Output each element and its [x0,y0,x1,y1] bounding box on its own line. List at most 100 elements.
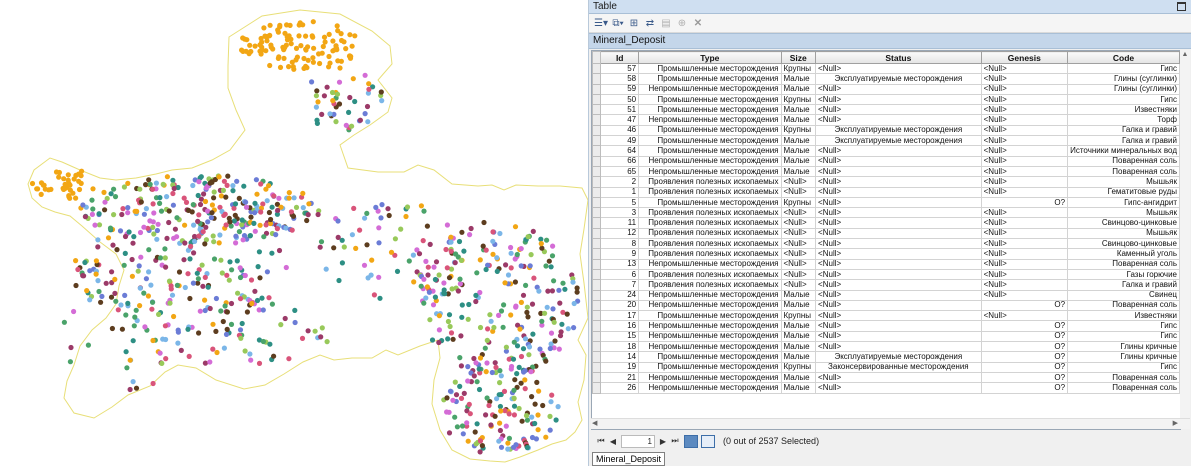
clear-selection-icon[interactable]: ▤ [659,16,673,30]
cell-type[interactable]: Непромышленные месторождения [638,341,782,353]
cell-type[interactable]: Промышленные месторождения [638,310,782,322]
cell-status[interactable]: <Null> [815,299,982,312]
cell-status[interactable]: <Null> [815,104,982,116]
row-selector[interactable] [592,83,602,95]
cell-id[interactable]: 24 [600,289,640,301]
cell-status[interactable]: <Null> [815,207,982,219]
cell-code[interactable]: Поваренная соль [1067,155,1180,167]
column-header-genesis[interactable]: Genesis [980,51,1069,64]
cell-type[interactable]: Непромышленные месторождения [638,289,782,301]
cell-type[interactable]: Промышленные месторождения [638,93,782,106]
row-selector[interactable] [592,341,602,353]
cell-status[interactable]: Эксплуатируемые месторождения [815,351,982,363]
cell-type[interactable]: Непромышленные месторождения [638,382,782,394]
cell-genesis[interactable]: <Null> [980,93,1069,106]
show-selected-records-icon[interactable] [701,434,715,448]
cell-id[interactable]: 15 [600,330,640,343]
cell-status[interactable]: <Null> [815,93,982,106]
cell-type[interactable]: Промышленные месторождения [638,135,782,147]
cell-status[interactable]: <Null> [815,217,982,229]
table-row[interactable]: 8 Проявления полезных ископаемых <Null> <Nu… [592,238,1180,250]
table-options-icon[interactable]: ☰▾ [593,16,609,30]
row-selector[interactable] [592,114,602,126]
cell-type[interactable]: Проявления полезных ископаемых [638,217,782,229]
cell-genesis[interactable]: <Null> [980,227,1069,240]
map-view[interactable] [0,0,588,466]
table-row[interactable]: 15 Непромышленные месторождения Малые <Null… [592,330,1180,343]
cell-type[interactable]: Промышленные месторождения [638,73,782,85]
cell-code[interactable]: Галка и гравий [1067,135,1180,147]
row-selector[interactable] [592,124,602,137]
row-selector[interactable] [592,351,602,363]
cell-genesis[interactable]: O? [980,330,1069,343]
cell-type[interactable]: Проявления полезных ископаемых [638,176,782,188]
table-row[interactable]: 49 Промышленные месторождения Малые Эксплуа… [592,135,1180,147]
map-canvas[interactable] [0,0,588,466]
cell-type[interactable]: Промышленные месторождения [638,62,782,75]
cell-size[interactable]: Малые [780,382,817,394]
cell-genesis[interactable]: <Null> [980,268,1069,281]
cell-genesis[interactable]: <Null> [980,114,1069,126]
cell-id[interactable]: 1 [600,186,640,198]
cell-id[interactable]: 65 [600,165,640,178]
cell-id[interactable]: 64 [600,145,640,157]
table-row[interactable]: 58 Промышленные месторождения Малые Эксплуа… [592,73,1180,85]
table-row[interactable]: 12 Проявления полезных ископаемых <Null> <N… [592,227,1180,240]
cell-status[interactable]: Эксплуатируемые месторождения [815,135,982,147]
row-selector[interactable] [592,330,602,343]
table-row[interactable]: 16 Непромышленные месторождения Малые <Null… [592,320,1180,332]
cell-size[interactable]: <Null> [780,248,817,260]
table-row[interactable]: 13 Непромышленные месторождения <Null> <Nul… [592,258,1180,270]
row-selector[interactable] [592,93,602,106]
cell-id[interactable]: 47 [600,114,640,126]
row-selector[interactable] [592,155,602,167]
table-row[interactable]: 50 Промышленные месторождения Крупны <Null>… [592,93,1180,106]
cell-code[interactable]: Галка и гравий [1067,124,1180,137]
cell-code[interactable]: Гематитовые руды [1067,186,1180,198]
table-row[interactable]: 46 Промышленные месторождения Крупны Эксплу… [592,124,1180,137]
cell-genesis[interactable]: <Null> [980,248,1069,260]
cell-type[interactable]: Непромышленные месторождения [638,114,782,126]
cell-status[interactable]: <Null> [815,248,982,260]
cell-size[interactable]: Малые [780,83,817,95]
cell-code[interactable]: Гипс [1067,361,1180,373]
cell-type[interactable]: Непромышленные месторождения [638,371,782,384]
cell-id[interactable]: 50 [600,93,640,106]
table-row[interactable]: 1 Проявления полезных ископаемых <Null> <Nu… [592,186,1180,198]
cell-code[interactable]: Свинцово-цинковые [1067,238,1180,250]
cell-code[interactable]: Свинец [1067,289,1180,301]
cell-genesis[interactable]: <Null> [980,83,1069,95]
row-selector[interactable] [592,176,602,188]
cell-genesis[interactable]: O? [980,341,1069,353]
cell-size[interactable]: <Null> [780,279,817,291]
cell-type[interactable]: Промышленные месторождения [638,145,782,157]
cell-id[interactable]: 58 [600,73,640,85]
table-window[interactable]: Table ☰▾ ⧉▾ ⊞ ⇄ ▤ ⊕ ✕ Mineral_Deposit Id… [588,0,1191,466]
cell-id[interactable]: 9 [600,248,640,260]
cell-type[interactable]: Проявления полезных ископаемых [638,207,782,219]
cell-id[interactable]: 19 [600,361,640,373]
cell-genesis[interactable]: <Null> [980,155,1069,167]
cell-status[interactable]: <Null> [815,268,982,281]
cell-genesis[interactable]: O? [980,196,1069,209]
row-selector[interactable] [592,299,602,312]
cell-id[interactable]: 57 [600,62,640,75]
row-selector[interactable] [592,73,602,85]
row-selector[interactable] [592,279,602,291]
cell-type[interactable]: Непромышленные месторождения [638,83,782,95]
cell-id[interactable]: 7 [600,279,640,291]
cell-size[interactable]: <Null> [780,227,817,240]
horizontal-scrollbar[interactable]: ◀ ▶ [591,418,1190,429]
cell-code[interactable]: Известняки [1067,310,1180,322]
cell-genesis[interactable]: O? [980,371,1069,384]
cell-genesis[interactable]: <Null> [980,238,1069,250]
cell-code[interactable]: Газы горючие [1067,268,1180,281]
cell-status[interactable]: <Null> [815,371,982,384]
row-selector[interactable] [592,165,602,178]
cell-size[interactable]: Крупны [780,310,817,322]
column-header-type[interactable]: Type [638,51,782,64]
cell-status[interactable]: <Null> [815,176,982,188]
row-selector[interactable] [592,268,602,281]
cell-code[interactable]: Поваренная соль [1067,258,1180,270]
first-record-icon[interactable]: ⏮ [595,436,607,446]
